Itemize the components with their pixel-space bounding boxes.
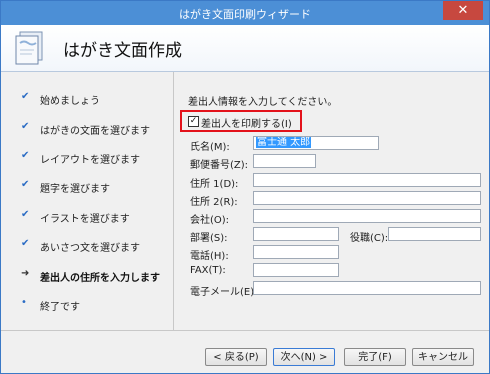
check-icon: ✔ <box>21 121 30 132</box>
window-title: はがき文面印刷ウィザード <box>179 8 311 21</box>
zip-field[interactable] <box>253 154 316 168</box>
company-field[interactable] <box>253 209 481 223</box>
name-field-value: 富士通 太郎 <box>256 137 312 148</box>
sender-form: 差出人情報を入力してください。 ✓ 差出人を印刷する(I) 氏名(M): 富士通… <box>174 72 489 330</box>
print-sender-highlight: ✓ 差出人を印刷する(I) <box>180 110 302 132</box>
step-item-title-text: ✔ 題字を選びます <box>1 176 173 196</box>
name-field[interactable]: 富士通 太郎 <box>253 136 379 150</box>
fax-label: FAX(T): <box>190 265 226 276</box>
address1-label: 住所 1(D): <box>190 179 239 190</box>
print-sender-label[interactable]: 差出人を印刷する(I) <box>201 115 292 130</box>
step-item-layout: ✔ レイアウトを選びます <box>1 147 173 167</box>
name-label: 氏名(M): <box>190 142 230 153</box>
step-label: あいさつ文を選びます <box>40 243 140 254</box>
step-list: ✔ 始めましょう ✔ はがきの文面を選びます ✔ レイアウトを選びます ✔ 題字… <box>1 72 173 330</box>
footer-divider <box>1 330 489 331</box>
step-label: 終了です <box>40 302 80 313</box>
step-label: 差出人の住所を入力します <box>40 273 160 284</box>
bullet-icon: • <box>21 297 27 308</box>
company-label: 会社(O): <box>190 215 230 226</box>
step-label: レイアウトを選びます <box>40 155 140 166</box>
step-item-greeting: ✔ あいさつ文を選びます <box>1 235 173 255</box>
wizard-window: はがき文面印刷ウィザード ✕ はがき文面作成 ✔ 始めましょう ✔ はがきの文面… <box>0 0 490 374</box>
fax-field[interactable] <box>253 263 339 277</box>
instruction-text: 差出人情報を入力してください。 <box>188 97 338 108</box>
phone-field[interactable] <box>253 245 339 259</box>
department-label: 部署(S): <box>190 233 228 244</box>
cancel-button[interactable]: キャンセル <box>412 348 474 366</box>
step-label: はがきの文面を選びます <box>40 126 150 137</box>
close-button[interactable]: ✕ <box>443 1 483 20</box>
title-field[interactable] <box>388 227 481 241</box>
step-label: 題字を選びます <box>40 184 110 195</box>
address2-field[interactable] <box>253 191 481 205</box>
check-icon: ✔ <box>21 91 30 102</box>
step-label: イラストを選びます <box>40 214 130 225</box>
check-icon: ✔ <box>21 179 30 190</box>
email-field[interactable] <box>253 281 481 295</box>
check-icon: ✔ <box>21 209 30 220</box>
step-item-start: ✔ 始めましょう <box>1 88 173 108</box>
step-item-sender-address: ➜ 差出人の住所を入力します <box>1 265 173 285</box>
step-label: 始めましょう <box>40 96 100 107</box>
postcard-document-icon <box>15 31 43 65</box>
next-button[interactable]: 次へ(N) > <box>273 348 335 366</box>
address2-label: 住所 2(R): <box>190 197 238 208</box>
step-item-illustration: ✔ イラストを選びます <box>1 206 173 226</box>
zip-label: 郵便番号(Z): <box>190 160 249 171</box>
step-item-design: ✔ はがきの文面を選びます <box>1 118 173 138</box>
title-label: 役職(C): <box>350 233 389 244</box>
address1-field[interactable] <box>253 173 481 187</box>
department-field[interactable] <box>253 227 339 241</box>
phone-label: 電話(H): <box>190 251 229 262</box>
finish-button[interactable]: 完了(F) <box>344 348 406 366</box>
page-title: はがき文面作成 <box>63 41 182 61</box>
step-item-finish: • 終了です <box>1 294 173 314</box>
back-button[interactable]: < 戻る(P) <box>205 348 267 366</box>
check-icon: ✔ <box>21 150 30 161</box>
arrow-right-icon: ➜ <box>21 268 30 279</box>
print-sender-checkbox[interactable]: ✓ <box>188 116 199 127</box>
check-icon: ✔ <box>21 238 30 249</box>
title-bar[interactable]: はがき文面印刷ウィザード ✕ <box>1 1 489 25</box>
email-label: 電子メール(E): <box>190 287 258 298</box>
wizard-header: はがき文面作成 <box>1 25 489 72</box>
